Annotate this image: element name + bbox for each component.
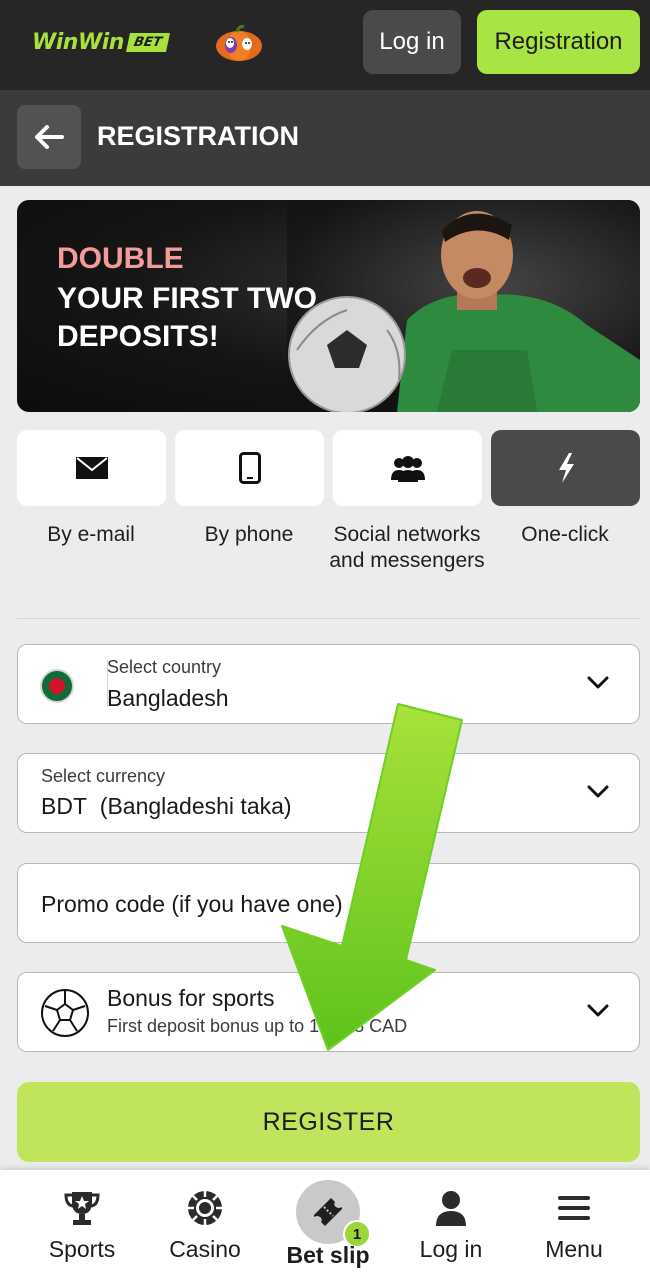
currency-label: Select currency — [41, 766, 166, 786]
nav-casino-label: Casino — [169, 1236, 241, 1262]
chevron-down-icon — [587, 785, 609, 798]
casino-chip-icon — [188, 1191, 222, 1225]
nav-sports[interactable]: Sports — [22, 1188, 142, 1263]
banner-headline: YOUR FIRST TWO DEPOSITS! — [57, 282, 317, 353]
pumpkin-icon — [216, 25, 262, 61]
nav-sports-label: Sports — [48, 1236, 116, 1262]
arrow-left-icon — [35, 125, 64, 149]
chevron-down-icon — [587, 1004, 609, 1017]
nav-menu[interactable]: Menu — [514, 1188, 634, 1263]
method-email-label: By e-mail — [47, 523, 135, 546]
method-social-label: Social networks and messengers — [329, 523, 485, 572]
method-phone-tab[interactable] — [175, 430, 324, 506]
country-select[interactable]: Select country Bangladesh — [17, 644, 640, 724]
nav-login[interactable]: Log in — [391, 1188, 511, 1263]
method-oneclick-label: One-click — [521, 523, 609, 546]
bonus-select[interactable]: Bonus for sports First deposit bonus up … — [17, 972, 640, 1052]
banner-headline-accent: DOUBLE — [57, 242, 184, 275]
page-title: REGISTRATION — [97, 121, 299, 151]
nav-betslip-label[interactable]: Bet slip — [268, 1242, 388, 1269]
bangladesh-flag-icon — [40, 669, 74, 703]
register-button[interactable]: REGISTER — [17, 1082, 640, 1162]
page-title-bar: REGISTRATION — [0, 90, 650, 186]
promo-banner[interactable]: DOUBLE YOUR FIRST TWO DEPOSITS! — [17, 200, 640, 412]
currency-code: BDT — [41, 793, 87, 819]
header-login-button[interactable]: Log in — [363, 10, 461, 74]
nav-casino[interactable]: Casino — [145, 1188, 265, 1263]
lightning-icon — [558, 453, 574, 483]
method-phone-label: By phone — [204, 523, 294, 546]
currency-value: BDT (Bangladeshi taka) — [41, 793, 292, 820]
promo-code-field[interactable]: Promo code (if you have one) — [17, 863, 640, 943]
chevron-down-icon — [587, 676, 609, 689]
bottom-navigation: Sports Casino 1 Bet slip Log in Menu — [0, 1170, 650, 1280]
section-divider — [17, 618, 640, 619]
currency-name: (Bangladeshi taka) — [99, 793, 292, 819]
header-registration-button[interactable]: Registration — [477, 10, 640, 74]
trophy-icon — [64, 1192, 100, 1225]
ticket-icon — [314, 1198, 342, 1226]
method-email-tab[interactable] — [17, 430, 166, 506]
soccer-ball-icon — [41, 989, 89, 1037]
country-label: Select country — [107, 657, 222, 677]
envelope-icon — [75, 457, 108, 479]
country-value: Bangladesh — [107, 685, 229, 711]
user-icon — [436, 1191, 466, 1226]
method-social-tab[interactable] — [333, 430, 482, 506]
people-icon — [390, 456, 425, 482]
logo-badge: BET — [125, 32, 170, 52]
phone-icon — [238, 452, 261, 484]
bonus-subtitle: First deposit bonus up to 163.18 CAD — [107, 1016, 408, 1036]
promo-code-placeholder: Promo code (if you have one) — [41, 891, 343, 917]
top-header: WinWin BET Log in Registration — [0, 0, 650, 90]
back-button[interactable] — [17, 105, 81, 169]
bonus-title: Bonus for sports — [107, 985, 275, 1011]
nav-login-label: Log in — [419, 1236, 483, 1262]
currency-select[interactable]: Select currency BDT (Bangladeshi taka) — [17, 753, 640, 833]
hamburger-menu-icon — [558, 1196, 590, 1220]
brand-logo[interactable]: WinWin BET — [32, 29, 170, 55]
method-oneclick-tab[interactable] — [491, 430, 640, 506]
logo-text: WinWin — [32, 29, 124, 55]
nav-menu-label: Menu — [545, 1236, 603, 1262]
